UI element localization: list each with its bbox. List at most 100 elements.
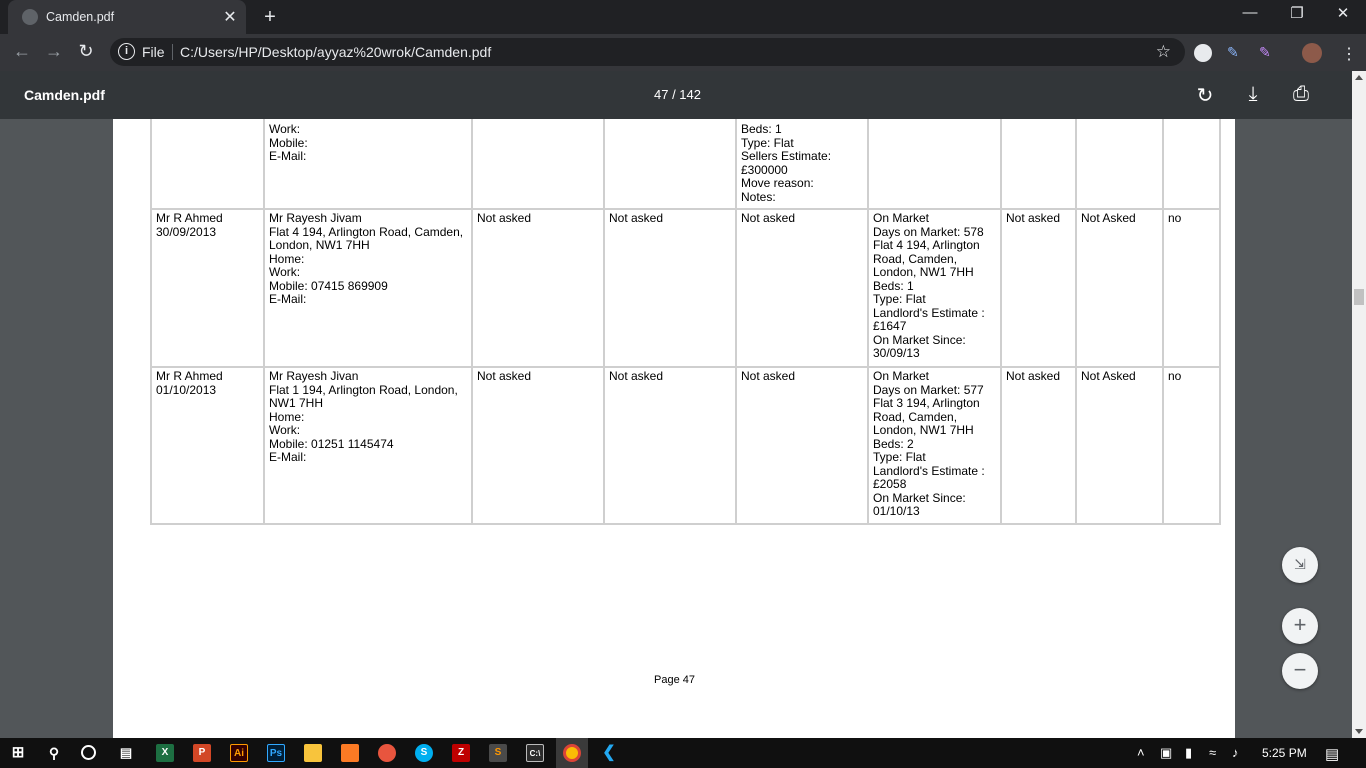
zoom-in-button[interactable]: + xyxy=(1282,608,1318,644)
fit-page-icon[interactable]: ⇲ xyxy=(1282,547,1318,583)
cell-line: NW1 7HH xyxy=(269,396,324,410)
print-icon[interactable]: ⎙ xyxy=(1289,83,1313,106)
cell-line: £300000 xyxy=(741,162,788,177)
powerpoint-icon[interactable]: P xyxy=(193,744,211,762)
cell-line: Mobile: xyxy=(269,135,308,150)
cell-line: Mr R Ahmed xyxy=(156,369,223,383)
cortana-icon[interactable] xyxy=(81,745,96,760)
pdf-viewer[interactable]: Work: Mobile: E-Mail: Beds: 1 Type: Flat Sell… xyxy=(0,119,1352,738)
close-tab-icon[interactable]: ✕ xyxy=(222,7,238,27)
network-status-icon[interactable]: ▣ xyxy=(1160,745,1172,761)
table-cell: Mr Rayesh Jivan Flat 1 194, Arlington Roa… xyxy=(263,366,473,525)
extension-icon[interactable] xyxy=(1194,44,1212,62)
info-icon[interactable]: i xyxy=(118,43,135,60)
cell-line: Days on Market: 578 xyxy=(873,224,984,239)
chrome-icon[interactable] xyxy=(563,744,581,762)
skype-icon[interactable]: S xyxy=(415,744,433,762)
clock[interactable]: 5:25 PM xyxy=(1262,746,1307,760)
cell-line: Home: xyxy=(269,409,305,424)
cell-line: £2058 xyxy=(873,477,907,491)
restore-icon[interactable]: ❐ xyxy=(1285,4,1309,22)
cell-line: On Market Since: xyxy=(873,332,966,347)
scrollbar[interactable] xyxy=(1352,71,1366,738)
cell-line: Flat 4 194, Arlington Road, Camden, xyxy=(269,224,464,239)
feather-extension-icon[interactable]: ✎ xyxy=(1259,44,1277,62)
table-cell xyxy=(867,119,1002,210)
xampp-icon[interactable] xyxy=(341,744,359,762)
table-cell: Not asked xyxy=(603,366,737,525)
forward-icon[interactable]: → xyxy=(42,41,66,62)
cell-line: no xyxy=(1168,369,1182,383)
browser-toolbar: ← → ↻ i File C:/Users/HP/Desktop/ayyaz%2… xyxy=(0,34,1366,71)
cell-line: Days on Market: 577 xyxy=(873,382,984,397)
reload-icon[interactable]: ↻ xyxy=(74,41,98,62)
table-cell: Work: Mobile: E-Mail: xyxy=(263,119,473,210)
excel-icon[interactable]: X xyxy=(156,744,174,762)
cell-line: Type: Flat xyxy=(873,292,926,306)
table-cell xyxy=(471,119,605,210)
cell-line: Not asked xyxy=(477,211,532,225)
cell-line: Mr R Ahmed xyxy=(156,211,223,225)
table-row: Mr R Ahmed 30/09/2013 Mr Rayesh Jivam Flat … xyxy=(150,208,1221,368)
search-icon[interactable]: ⚲ xyxy=(45,744,63,762)
bookmark-star-icon[interactable]: ☆ xyxy=(1156,42,1171,62)
chevron-up-icon[interactable]: ˄ xyxy=(1137,745,1145,760)
cell-line: Work: xyxy=(269,122,301,136)
table-cell: Mr Rayesh Jivam Flat 4 194, Arlington Roa… xyxy=(263,208,473,368)
table-cell xyxy=(1000,119,1077,210)
table-cell: Not asked xyxy=(1000,366,1077,525)
illustrator-icon[interactable]: Ai xyxy=(230,744,248,762)
table-cell: Not asked xyxy=(1000,208,1077,368)
back-icon[interactable]: ← xyxy=(10,41,34,62)
table-cell: On Market Days on Market: 577 Flat 3 194, … xyxy=(867,366,1002,525)
scroll-down-icon[interactable] xyxy=(1355,729,1363,734)
cell-line: Not asked xyxy=(609,369,664,383)
file-explorer-icon[interactable] xyxy=(304,744,322,762)
menu-icon[interactable]: ⋮ xyxy=(1340,44,1358,63)
profile-avatar[interactable] xyxy=(1302,43,1322,63)
rotate-icon[interactable]: ↻ xyxy=(1193,83,1217,108)
download-icon[interactable]: ⤓ xyxy=(1241,83,1265,106)
task-view-icon[interactable]: ▤ xyxy=(117,744,135,762)
battery-icon[interactable]: ▮ xyxy=(1185,745,1192,761)
cell-line: Mobile: 01251 1145474 xyxy=(269,436,394,451)
zoom-out-button[interactable]: − xyxy=(1282,653,1318,689)
wifi-icon[interactable]: ≈ xyxy=(1209,745,1216,760)
cell-line: 30/09/13 xyxy=(873,346,920,360)
cell-line: Mobile: 07415 869909 xyxy=(269,278,388,293)
url-text[interactable]: C:/Users/HP/Desktop/ayyaz%20wrok/Camden.… xyxy=(180,44,491,60)
cell-line: 01/10/13 xyxy=(873,504,920,518)
cell-line: Not asked xyxy=(1006,211,1061,225)
photoshop-icon[interactable]: Ps xyxy=(267,744,285,762)
notifications-icon[interactable]: ▤ xyxy=(1325,745,1339,763)
window-close-icon[interactable]: ✕ xyxy=(1331,4,1355,22)
address-bar[interactable]: i File C:/Users/HP/Desktop/ayyaz%20wrok/… xyxy=(110,38,1185,66)
new-tab-button[interactable]: + xyxy=(260,6,280,29)
volume-icon[interactable]: ♪ xyxy=(1232,745,1239,760)
scheme-label: File xyxy=(142,44,165,60)
cell-line: Mr Rayesh Jivan xyxy=(269,369,359,383)
table-cell: Not asked xyxy=(735,366,869,525)
cmd-icon[interactable]: C:\ xyxy=(526,744,544,762)
table-cell: On Market Days on Market: 578 Flat 4 194, … xyxy=(867,208,1002,368)
app-icon[interactable] xyxy=(378,744,396,762)
cell-line: Home: xyxy=(269,251,305,266)
browser-tab[interactable]: Camden.pdf ✕ xyxy=(8,0,246,34)
scroll-thumb[interactable] xyxy=(1354,289,1364,305)
table-cell: Not asked xyxy=(471,208,605,368)
table-cell: no xyxy=(1162,208,1221,368)
cell-line: Beds: 1 xyxy=(873,278,914,293)
minimize-icon[interactable]: — xyxy=(1238,4,1262,21)
cell-line: Road, Camden, xyxy=(873,409,958,424)
pen-extension-icon[interactable]: ✎ xyxy=(1227,44,1245,62)
cell-line: Not Asked xyxy=(1081,211,1136,225)
filezilla-icon[interactable]: Z xyxy=(452,744,470,762)
vscode-icon[interactable]: ❮ xyxy=(600,744,618,762)
cell-line: London, NW1 7HH xyxy=(269,238,370,252)
start-icon[interactable]: ⊞ xyxy=(9,744,27,762)
cell-line: no xyxy=(1168,211,1182,225)
cell-line: £1647 xyxy=(873,319,907,333)
sublime-icon[interactable]: S xyxy=(489,744,507,762)
scroll-up-icon[interactable] xyxy=(1355,75,1363,80)
cell-line: On Market Since: xyxy=(873,490,966,505)
